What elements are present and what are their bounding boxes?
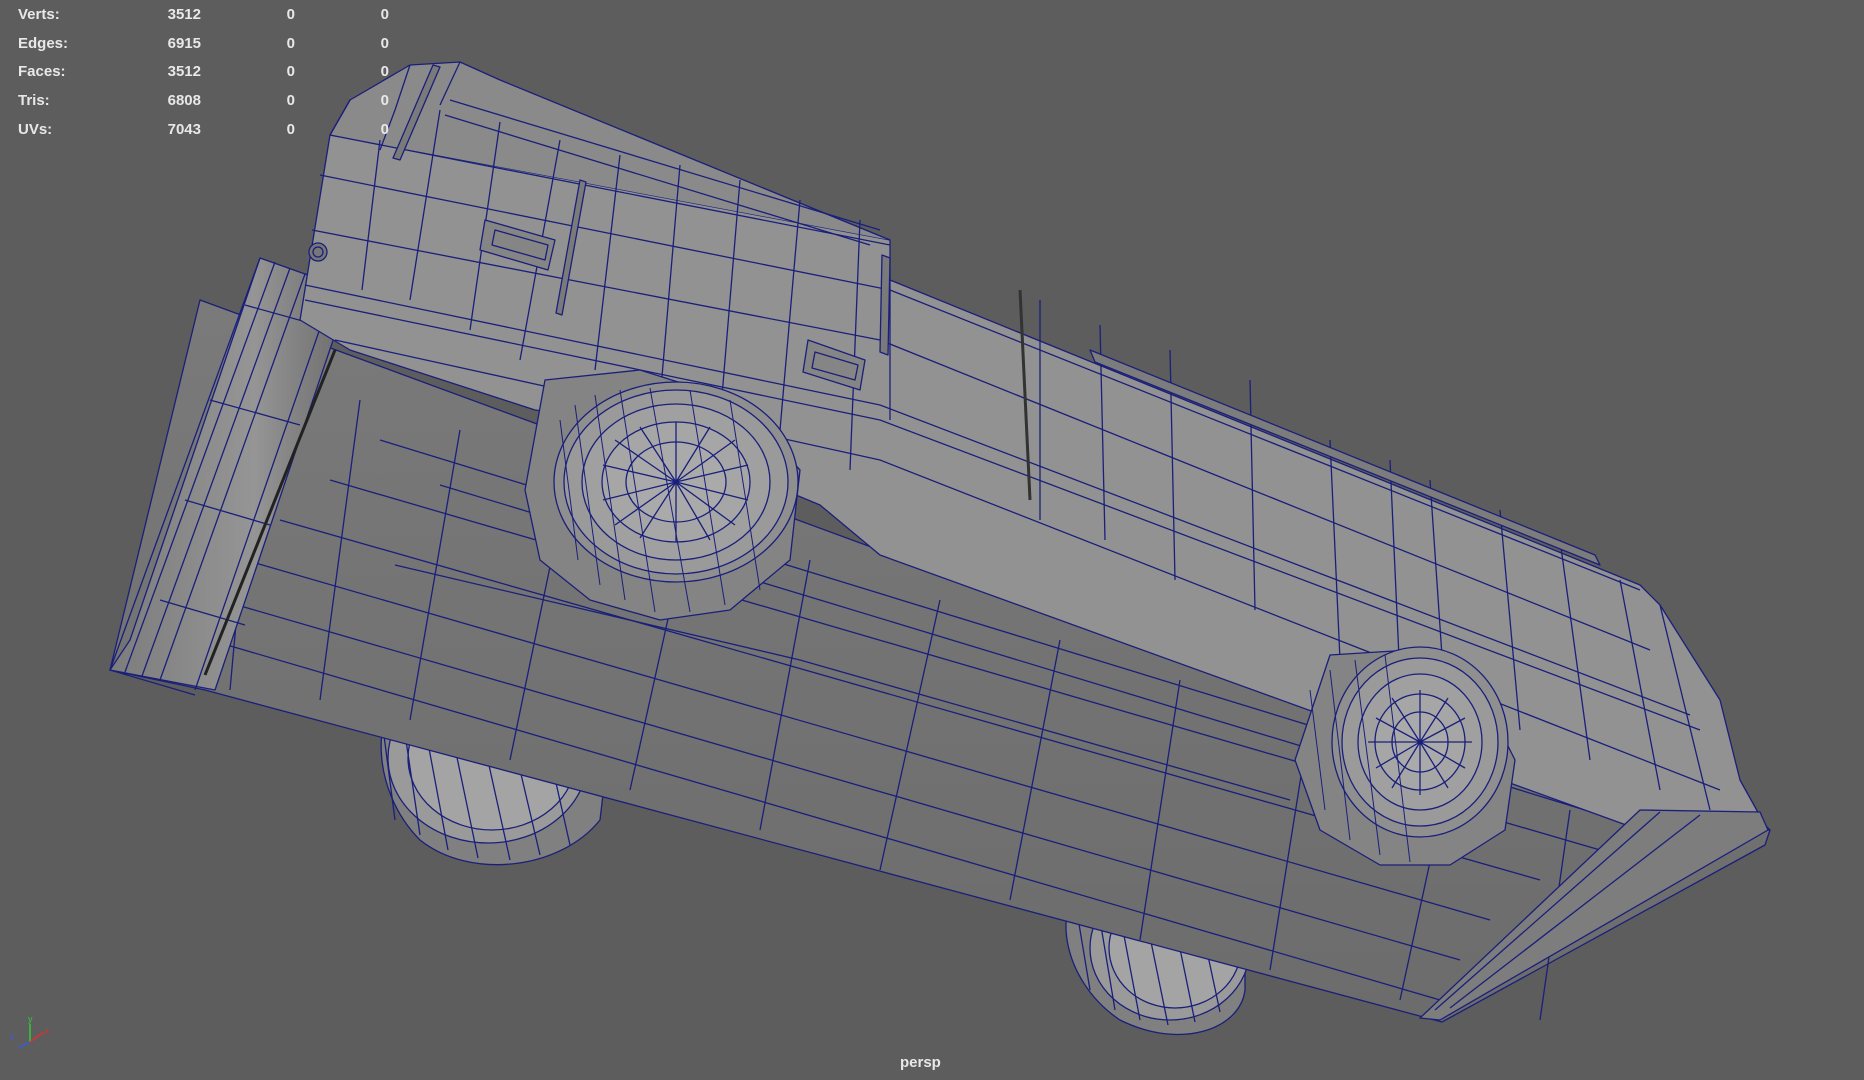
rear-near-wheel[interactable] (1294, 646, 1516, 866)
hud-value: 0 (380, 92, 389, 110)
hud-value: 3512 (167, 5, 201, 23)
hud-value: 0 (380, 5, 389, 23)
hud-label: UVs: (18, 121, 53, 139)
hud-label: Edges: (18, 34, 69, 52)
axis-z-label: z (10, 1032, 15, 1042)
hud-label: Verts: (18, 5, 60, 23)
hud-value: 0 (286, 34, 295, 52)
hud-value: 0 (380, 121, 389, 139)
hud-value: 0 (380, 34, 389, 52)
hud-value: 3512 (167, 63, 201, 81)
hud-row-faces: Faces: 3512 0 0 (18, 58, 389, 87)
hud-row-tris: Tris: 6808 0 0 (18, 86, 389, 115)
axis-y-label: y (28, 1014, 33, 1024)
bus-mesh[interactable] (0, 0, 1864, 1080)
hud-value: 0 (286, 121, 295, 139)
x-axis-line (29, 1031, 45, 1043)
hud-value: 6915 (167, 34, 201, 52)
camera-name-label: persp (900, 1054, 941, 1071)
z-axis-line (17, 1041, 31, 1049)
hud-label: Faces: (18, 63, 66, 81)
hud-row-edges: Edges: 6915 0 0 (18, 29, 389, 58)
hud-label: Tris: (18, 92, 50, 110)
viewport-persp[interactable]: Verts: 3512 0 0 Edges: 6915 0 0 Faces: 3… (0, 0, 1864, 1080)
hud-value: 0 (286, 63, 295, 81)
hud-value: 6808 (167, 92, 201, 110)
axis-x-label: x (45, 1026, 50, 1036)
hud-value: 0 (286, 5, 295, 23)
poly-count-hud: Verts: 3512 0 0 Edges: 6915 0 0 Faces: 3… (18, 0, 389, 144)
hud-row-uvs: UVs: 7043 0 0 (18, 115, 389, 144)
hud-value: 0 (380, 63, 389, 81)
axis-gizmo: y x z (10, 1014, 50, 1049)
hud-value: 7043 (167, 121, 201, 139)
hud-row-verts: Verts: 3512 0 0 (18, 0, 389, 29)
hud-value: 0 (286, 92, 295, 110)
